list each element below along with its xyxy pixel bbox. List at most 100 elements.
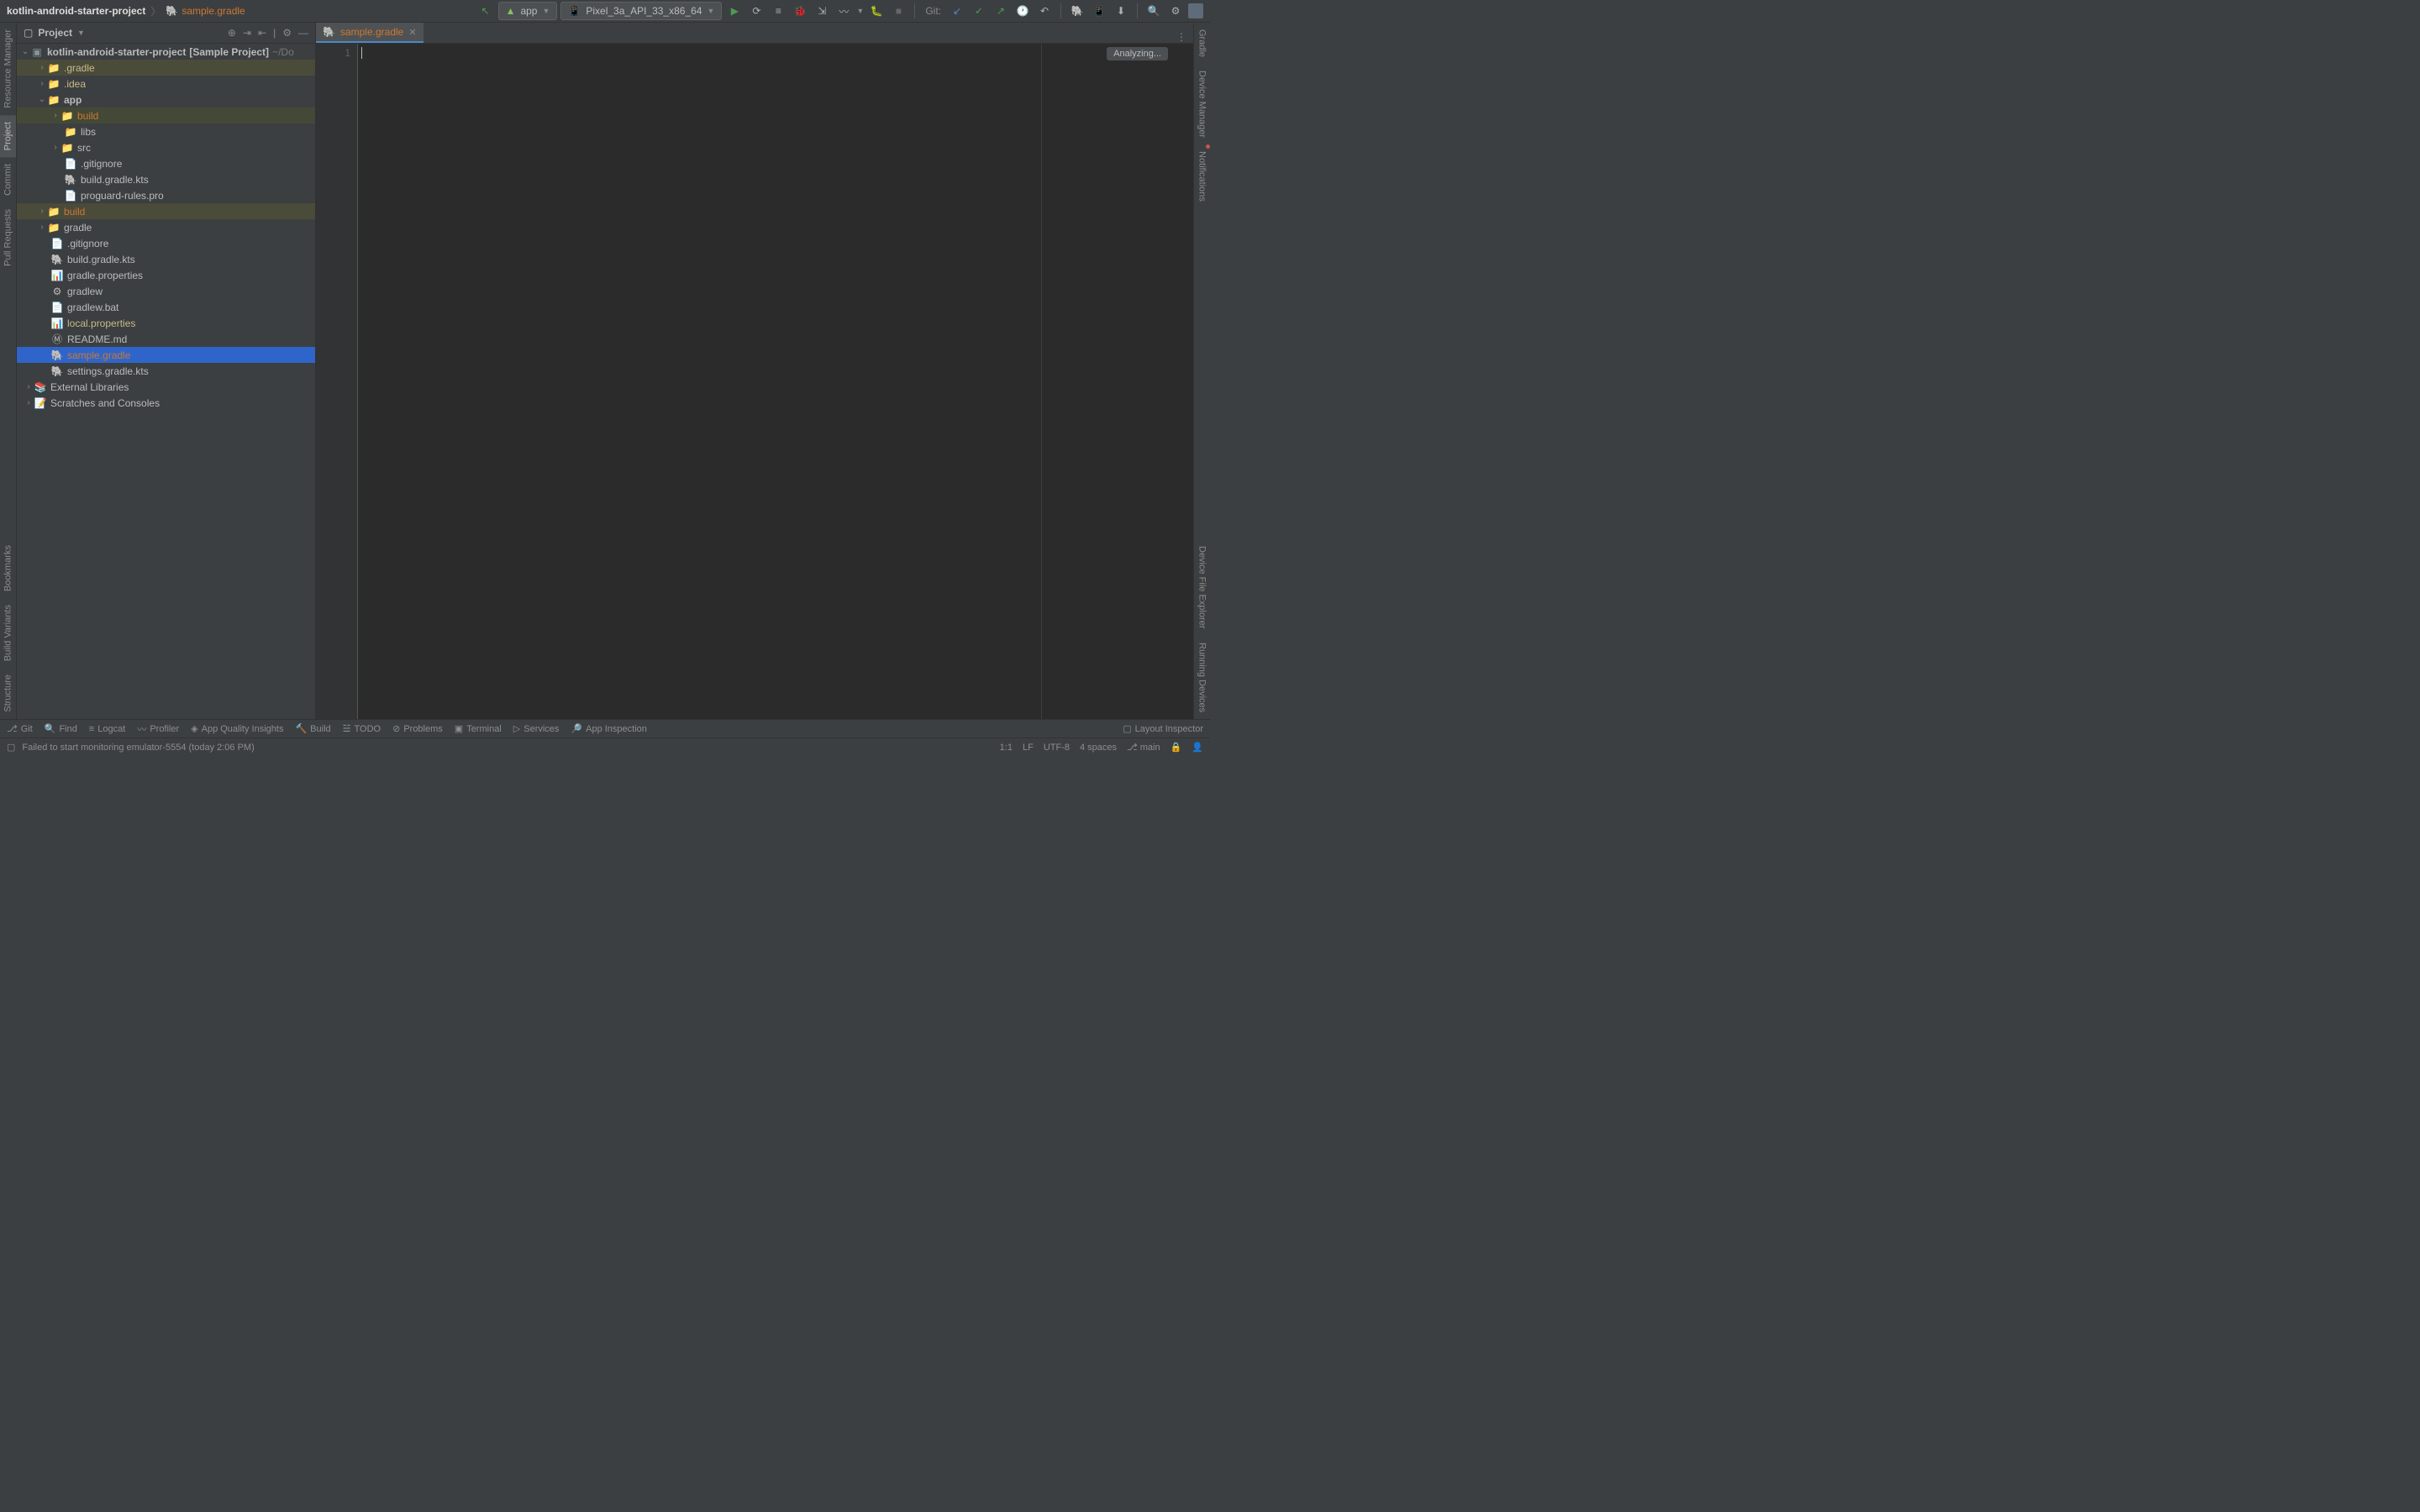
tree-row[interactable]: ⌄ 📁 app <box>17 92 315 108</box>
bottom-profiler[interactable]: 〰 Profiler <box>137 722 179 736</box>
expand-icon[interactable]: › <box>37 207 47 216</box>
tree-row[interactable]: 📁 libs <box>17 123 315 139</box>
expand-icon[interactable]: › <box>37 63 47 72</box>
tree-row[interactable]: › 📁 .idea <box>17 76 315 92</box>
sidebar-tab-running-devices[interactable]: Running Devices <box>1194 636 1210 719</box>
apply-changes-icon[interactable]: ⟳ <box>747 2 765 20</box>
sidebar-tab-structure[interactable]: Structure <box>0 668 16 719</box>
close-icon[interactable]: ✕ <box>408 27 416 38</box>
tree-row[interactable]: 📊 gradle.properties <box>17 267 315 283</box>
sdk-manager-icon[interactable]: ⬇ <box>1112 2 1130 20</box>
status-encoding[interactable]: UTF-8 <box>1044 743 1070 753</box>
hide-icon[interactable]: — <box>298 27 308 39</box>
tree-row[interactable]: 📊 local.properties <box>17 315 315 331</box>
expand-icon[interactable]: › <box>50 111 60 120</box>
tool-window-icon[interactable]: ▢ <box>7 742 15 753</box>
status-indent[interactable]: 4 spaces <box>1080 743 1117 753</box>
breadcrumb-project[interactable]: kotlin-android-starter-project <box>7 5 145 17</box>
profiler-icon[interactable]: 〰 <box>834 2 853 20</box>
tree-row[interactable]: 📄 .gitignore <box>17 235 315 251</box>
status-position[interactable]: 1:1 <box>1000 743 1013 753</box>
chevron-down-icon[interactable]: ▼ <box>856 7 864 15</box>
bottom-app-quality[interactable]: ◈ App Quality Insights <box>191 723 283 734</box>
breadcrumb[interactable]: kotlin-android-starter-project 〉 🐘 sampl… <box>7 4 245 18</box>
git-revert-icon[interactable]: ↶ <box>1035 2 1054 20</box>
bottom-app-inspection[interactable]: 🔎 App Inspection <box>571 723 646 734</box>
bottom-services[interactable]: ▷ Services <box>513 723 560 734</box>
sync-icon[interactable]: 🐘 <box>1068 2 1086 20</box>
debug-button[interactable]: 🐞 <box>791 2 809 20</box>
expand-icon[interactable]: ⌄ <box>20 47 30 56</box>
bottom-git[interactable]: ⎇ Git <box>7 723 33 734</box>
run-config-dropdown[interactable]: ▲ app ▼ <box>498 2 558 20</box>
tree-row[interactable]: 📄 gradlew.bat <box>17 299 315 315</box>
tree-row[interactable]: 🐘 build.gradle.kts <box>17 251 315 267</box>
search-icon[interactable]: 🔍 <box>1144 2 1163 20</box>
tree-row[interactable]: › 📁 gradle <box>17 219 315 235</box>
tree-row-selected[interactable]: 🐘 sample.gradle <box>17 347 315 363</box>
sidebar-tab-notifications[interactable]: Notifications <box>1194 144 1210 208</box>
expand-icon[interactable]: › <box>50 143 60 152</box>
tree-row[interactable]: › 📝 Scratches and Consoles <box>17 395 315 411</box>
tree-row[interactable]: 🐘 settings.gradle.kts <box>17 363 315 379</box>
select-opened-icon[interactable]: ⊕ <box>228 27 236 39</box>
settings-icon[interactable]: ⚙ <box>1166 2 1185 20</box>
bottom-build[interactable]: 🔨 Build <box>295 723 330 734</box>
tree-row[interactable]: › 📁 .gradle <box>17 60 315 76</box>
expand-icon[interactable]: › <box>24 398 34 407</box>
device-dropdown[interactable]: 📱 Pixel_3a_API_33_x86_64 ▼ <box>560 2 722 20</box>
sidebar-tab-pull-requests[interactable]: Pull Requests <box>0 202 16 273</box>
apply-code-icon[interactable]: ≡ <box>769 2 787 20</box>
chevron-down-icon[interactable]: ▼ <box>77 29 85 37</box>
expand-all-icon[interactable]: ⇥ <box>243 27 251 39</box>
coverage-icon[interactable]: ⇲ <box>813 2 831 20</box>
tree-row-root[interactable]: ⌄ ▣ kotlin-android-starter-project [Samp… <box>17 44 315 60</box>
sidebar-tab-device-file-explorer[interactable]: Device File Explorer <box>1194 539 1210 635</box>
stop-button[interactable]: ■ <box>889 2 908 20</box>
sidebar-tab-project[interactable]: Project <box>0 115 16 157</box>
expand-icon[interactable]: ⌄ <box>37 95 47 104</box>
lock-icon[interactable]: 🔒 <box>1171 742 1182 753</box>
bottom-layout-inspector[interactable]: ▢ Layout Inspector <box>1123 723 1203 734</box>
bottom-problems[interactable]: ⊘ Problems <box>392 723 443 734</box>
sidebar-tab-resource-manager[interactable]: Resource Manager <box>0 23 16 115</box>
attach-debugger-icon[interactable]: 🐛 <box>867 2 886 20</box>
sidebar-tab-build-variants[interactable]: Build Variants <box>0 598 16 668</box>
avatar[interactable] <box>1188 3 1203 18</box>
tree-row[interactable]: ⚙ gradlew <box>17 283 315 299</box>
status-branch[interactable]: ⎇ main <box>1127 742 1160 753</box>
collapse-all-icon[interactable]: ⇤ <box>258 27 266 39</box>
sidebar-tab-device-manager[interactable]: Device Manager <box>1194 64 1210 144</box>
breadcrumb-file[interactable]: sample.gradle <box>182 5 245 17</box>
sidebar-tab-bookmarks[interactable]: Bookmarks <box>0 538 16 598</box>
tree-row[interactable]: Ⓜ README.md <box>17 331 315 347</box>
run-button[interactable]: ▶ <box>725 2 744 20</box>
avd-manager-icon[interactable]: 📱 <box>1090 2 1108 20</box>
git-commit-icon[interactable]: ✓ <box>970 2 988 20</box>
tree-row[interactable]: › 📚 External Libraries <box>17 379 315 395</box>
expand-icon[interactable]: › <box>37 79 47 88</box>
tree-row[interactable]: › 📁 build <box>17 203 315 219</box>
expand-icon[interactable]: › <box>24 382 34 391</box>
editor-content[interactable]: 1 Analyzing... <box>316 44 1193 719</box>
gutter[interactable]: 1 <box>316 44 358 719</box>
status-line-separator[interactable]: LF <box>1023 743 1034 753</box>
tree-row[interactable]: › 📁 build <box>17 108 315 123</box>
back-arrow-icon[interactable]: ↖ <box>476 2 495 20</box>
panel-title[interactable]: Project <box>38 27 72 39</box>
sidebar-tab-gradle[interactable]: Gradle <box>1194 23 1210 64</box>
tree-row[interactable]: 📄 proguard-rules.pro <box>17 187 315 203</box>
bottom-todo[interactable]: ☱ TODO <box>343 723 381 734</box>
bottom-find[interactable]: 🔍 Find <box>45 723 77 734</box>
tree-row[interactable]: 📄 .gitignore <box>17 155 315 171</box>
git-history-icon[interactable]: 🕐 <box>1013 2 1032 20</box>
git-pull-icon[interactable]: ↙ <box>948 2 966 20</box>
status-message[interactable]: Failed to start monitoring emulator-5554… <box>22 743 254 753</box>
tree-row[interactable]: › 📁 src <box>17 139 315 155</box>
git-push-icon[interactable]: ↗ <box>992 2 1010 20</box>
code-area[interactable]: Analyzing... <box>358 44 1193 719</box>
project-tree[interactable]: ⌄ ▣ kotlin-android-starter-project [Samp… <box>17 44 315 719</box>
more-icon[interactable]: ⋮ <box>1170 31 1193 43</box>
bottom-logcat[interactable]: ≡ Logcat <box>89 724 125 734</box>
bottom-terminal[interactable]: ▣ Terminal <box>455 723 502 734</box>
